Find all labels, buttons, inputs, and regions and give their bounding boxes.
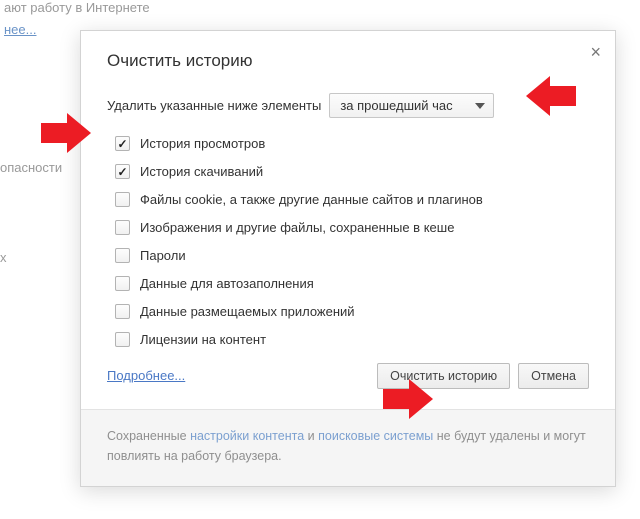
checkbox-row: Файлы cookie, а также другие данные сайт…: [115, 192, 589, 207]
checkbox-label: Данные размещаемых приложений: [140, 304, 355, 319]
checkbox-label: Данные для автозаполнения: [140, 276, 314, 291]
checkbox-row: История просмотров: [115, 136, 589, 151]
time-range-value: за прошедший час: [340, 98, 452, 113]
cancel-button[interactable]: Отмена: [518, 363, 589, 389]
checkbox-row: Лицензии на контент: [115, 332, 589, 347]
checkbox[interactable]: [115, 192, 130, 207]
chevron-down-icon: [475, 103, 485, 109]
bg-text-line: опасности: [0, 160, 62, 175]
checkbox[interactable]: [115, 332, 130, 347]
checkbox-row: Данные для автозаполнения: [115, 276, 589, 291]
checkbox[interactable]: [115, 164, 130, 179]
bg-link[interactable]: нее...: [4, 22, 36, 37]
checkbox[interactable]: [115, 248, 130, 263]
close-icon[interactable]: ×: [590, 43, 601, 61]
checkbox[interactable]: [115, 220, 130, 235]
bg-text-line: x: [0, 250, 7, 265]
dialog-footer: Сохраненные настройки контента и поисков…: [81, 409, 615, 486]
checkbox[interactable]: [115, 136, 130, 151]
dialog-subtitle: Удалить указанные ниже элементы: [107, 98, 321, 113]
footer-text: и: [304, 429, 318, 443]
footer-link-content-settings[interactable]: настройки контента: [190, 429, 304, 443]
checkbox-row: Изображения и другие файлы, сохраненные …: [115, 220, 589, 235]
checkbox-label: Изображения и другие файлы, сохраненные …: [140, 220, 454, 235]
checkbox-label: Лицензии на контент: [140, 332, 266, 347]
footer-link-search-engines[interactable]: поисковые системы: [318, 429, 433, 443]
checkbox-row: Пароли: [115, 248, 589, 263]
checkbox-label: История скачиваний: [140, 164, 263, 179]
more-link[interactable]: Подробнее...: [107, 368, 185, 383]
checkbox-label: История просмотров: [140, 136, 265, 151]
checkbox-row: Данные размещаемых приложений: [115, 304, 589, 319]
clear-history-dialog: × Очистить историю Удалить указанные ниж…: [80, 30, 616, 487]
checkbox-row: История скачиваний: [115, 164, 589, 179]
checkbox-label: Пароли: [140, 248, 186, 263]
bg-text-line: ают работу в Интернете: [4, 0, 150, 15]
clear-history-button[interactable]: Очистить историю: [377, 363, 510, 389]
footer-text: Сохраненные: [107, 429, 190, 443]
checkbox-label: Файлы cookie, а также другие данные сайт…: [140, 192, 483, 207]
dialog-title: Очистить историю: [107, 51, 589, 71]
time-range-select[interactable]: за прошедший час: [329, 93, 494, 118]
checkbox[interactable]: [115, 276, 130, 291]
checkbox[interactable]: [115, 304, 130, 319]
